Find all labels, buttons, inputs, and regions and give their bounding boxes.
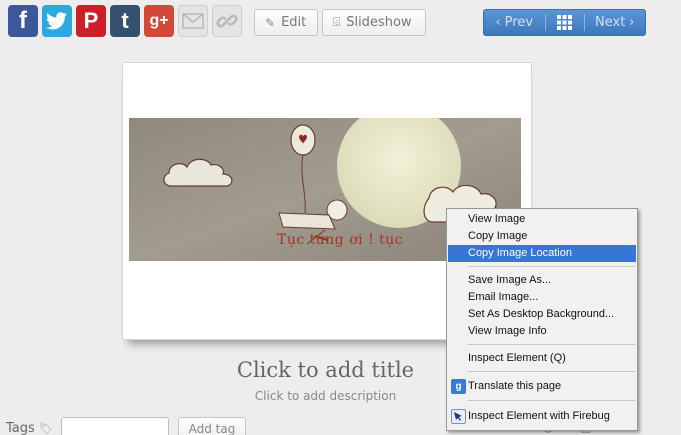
context-menu: View Image Copy Image Copy Image Locatio… bbox=[446, 208, 638, 431]
menu-item-inspect-element[interactable]: Inspect Element (Q) bbox=[448, 350, 636, 367]
menu-item-label: Email Image... bbox=[468, 291, 539, 303]
photo-caption: Tục tưng ơi ! tục bbox=[277, 232, 404, 248]
prev-label: Prev bbox=[504, 15, 534, 30]
menu-item-label: Translate this page bbox=[468, 380, 562, 392]
tag-input[interactable] bbox=[61, 417, 169, 435]
edit-button[interactable]: ✎ Edit bbox=[254, 9, 318, 36]
edit-icon: ✎ bbox=[265, 15, 276, 30]
edit-button-label: Edit bbox=[281, 15, 307, 30]
email-icon[interactable] bbox=[178, 5, 208, 37]
firebug-inspect-icon bbox=[451, 409, 466, 424]
grid-view-button[interactable] bbox=[546, 15, 584, 30]
slideshow-button-label: Slideshow bbox=[346, 15, 412, 30]
menu-item-label: Inspect Element with Firebug bbox=[468, 410, 610, 422]
menu-separator bbox=[467, 266, 635, 267]
menu-item-email-image[interactable]: Email Image... bbox=[448, 289, 636, 306]
next-button[interactable]: Next › bbox=[585, 15, 646, 30]
tags-label: Tags 🏷 bbox=[6, 421, 53, 435]
add-tag-label: Add tag bbox=[188, 422, 236, 435]
menu-item-save-image-as[interactable]: Save Image As... bbox=[448, 272, 636, 289]
slideshow-button[interactable]: ⌹ Slideshow bbox=[322, 9, 426, 36]
tags-label-text: Tags bbox=[6, 421, 35, 435]
chevron-left-icon: ‹ bbox=[495, 15, 501, 30]
menu-separator bbox=[467, 344, 635, 345]
menu-item-label: Copy Image bbox=[468, 230, 528, 242]
tag-icon: 🏷 bbox=[38, 422, 53, 435]
google-plus-icon[interactable]: g+ bbox=[144, 5, 174, 37]
menu-item-label: View Image Info bbox=[468, 325, 547, 337]
menu-item-copy-image-location[interactable]: Copy Image Location bbox=[448, 245, 636, 262]
add-tag-button[interactable]: Add tag bbox=[178, 417, 246, 435]
menu-item-set-desktop-background[interactable]: Set As Desktop Background... bbox=[448, 306, 636, 323]
menu-item-translate-page[interactable]: g Translate this page bbox=[448, 378, 636, 395]
twitter-icon[interactable] bbox=[42, 5, 72, 37]
pinterest-icon[interactable]: P bbox=[76, 5, 106, 37]
prev-button[interactable]: ‹ Prev bbox=[484, 15, 545, 30]
menu-item-view-image[interactable]: View Image bbox=[448, 211, 636, 228]
chevron-right-icon: › bbox=[629, 15, 635, 30]
menu-item-view-image-info[interactable]: View Image Info bbox=[448, 323, 636, 340]
menu-item-label: Save Image As... bbox=[468, 274, 552, 286]
pager: ‹ Prev Next › bbox=[483, 9, 646, 36]
menu-separator bbox=[467, 400, 635, 401]
share-bar: f P t g+ bbox=[8, 5, 242, 37]
link-icon[interactable] bbox=[212, 5, 242, 37]
menu-separator bbox=[467, 371, 635, 372]
menu-item-label: Inspect Element (Q) bbox=[468, 352, 566, 364]
facebook-icon[interactable]: f bbox=[8, 5, 38, 37]
google-translate-icon: g bbox=[451, 379, 466, 394]
menu-item-label: Set As Desktop Background... bbox=[468, 308, 615, 320]
grid-icon bbox=[557, 15, 572, 30]
menu-item-copy-image[interactable]: Copy Image bbox=[448, 228, 636, 245]
menu-item-inspect-firebug[interactable]: Inspect Element with Firebug bbox=[448, 408, 636, 425]
tumblr-icon[interactable]: t bbox=[110, 5, 140, 37]
next-label: Next bbox=[595, 15, 626, 30]
menu-item-label: View Image bbox=[468, 213, 526, 225]
slideshow-icon: ⌹ bbox=[333, 15, 341, 29]
menu-item-label: Copy Image Location bbox=[468, 247, 572, 259]
